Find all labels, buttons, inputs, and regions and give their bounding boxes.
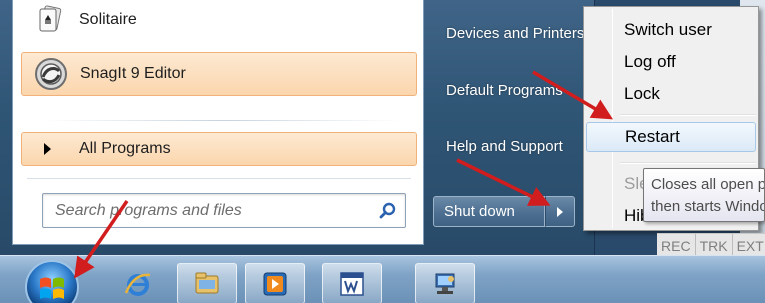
status-ext: EXT (733, 234, 765, 257)
right-item-devices-and-printers[interactable]: Devices and Printers (434, 15, 584, 51)
search-box[interactable] (42, 193, 406, 228)
right-item-label: Devices and Printers (446, 24, 584, 42)
taskbar (0, 255, 765, 303)
solitaire-icon (33, 3, 67, 37)
menu-item-restart[interactable]: Restart (586, 122, 756, 152)
expand-arrow-icon (44, 143, 51, 155)
network-icon (435, 273, 455, 294)
programs-pane: Solitaire SnagIt 9 Editor All Programs (12, 0, 424, 245)
menu-item-log-off[interactable]: Log off (586, 47, 756, 77)
word-icon (340, 271, 364, 296)
divider (27, 178, 411, 179)
tooltip-line: Closes all open programs, shuts down Win… (651, 176, 764, 193)
start-menu: Solitaire SnagIt 9 Editor All Programs S… (0, 0, 595, 255)
taskbar-button-word[interactable] (322, 263, 382, 303)
menu-item-switch-user[interactable]: Switch user (586, 15, 756, 45)
media-player-icon (263, 272, 287, 295)
chevron-right-icon (557, 206, 563, 217)
right-item-label: Default Programs (446, 81, 563, 99)
menu-item-lock[interactable]: Lock (586, 79, 756, 109)
program-item-solitaire[interactable]: Solitaire (21, 0, 417, 40)
restart-tooltip: Closes all open programs, shuts down Win… (643, 168, 765, 222)
start-button[interactable] (22, 259, 82, 303)
menu-item-label: Restart (625, 127, 680, 146)
menu-separator (620, 162, 756, 164)
all-programs-label: All Programs (79, 140, 171, 157)
taskbar-button-windows-explorer[interactable] (177, 263, 237, 303)
search-icon[interactable] (377, 200, 399, 222)
right-item-help-and-support[interactable]: Help and Support (434, 128, 584, 164)
taskbar-button-internet-explorer[interactable] (108, 263, 168, 303)
divider (43, 120, 403, 121)
taskbar-button-network[interactable] (415, 263, 475, 303)
menu-item-label: Switch user (624, 20, 712, 39)
program-label: SnagIt 9 Editor (80, 65, 186, 82)
menu-item-label: Log off (624, 52, 676, 71)
right-item-default-programs[interactable]: Default Programs (434, 72, 584, 108)
shutdown-button[interactable]: Shut down (433, 196, 545, 227)
menu-separator (620, 114, 756, 116)
shutdown-label: Shut down (444, 203, 515, 220)
right-item-label: Help and Support (446, 137, 563, 155)
shutdown-options-button[interactable] (545, 196, 575, 227)
tooltip-line: then starts Windows again. (651, 198, 764, 215)
program-item-snagit[interactable]: SnagIt 9 Editor (21, 52, 417, 96)
program-label: Solitaire (79, 11, 137, 28)
status-rec: REC (657, 234, 696, 257)
search-input[interactable] (43, 194, 373, 227)
windows-explorer-icon (195, 272, 219, 293)
status-indicators: REC TRK EXT (657, 233, 765, 257)
all-programs-button[interactable]: All Programs (21, 132, 417, 166)
menu-item-label: Lock (624, 84, 660, 103)
windows-logo-icon (25, 260, 79, 303)
snagit-icon (34, 57, 68, 91)
internet-explorer-icon (124, 273, 151, 296)
taskbar-button-media-player[interactable] (245, 263, 305, 303)
status-trk: TRK (696, 234, 733, 257)
